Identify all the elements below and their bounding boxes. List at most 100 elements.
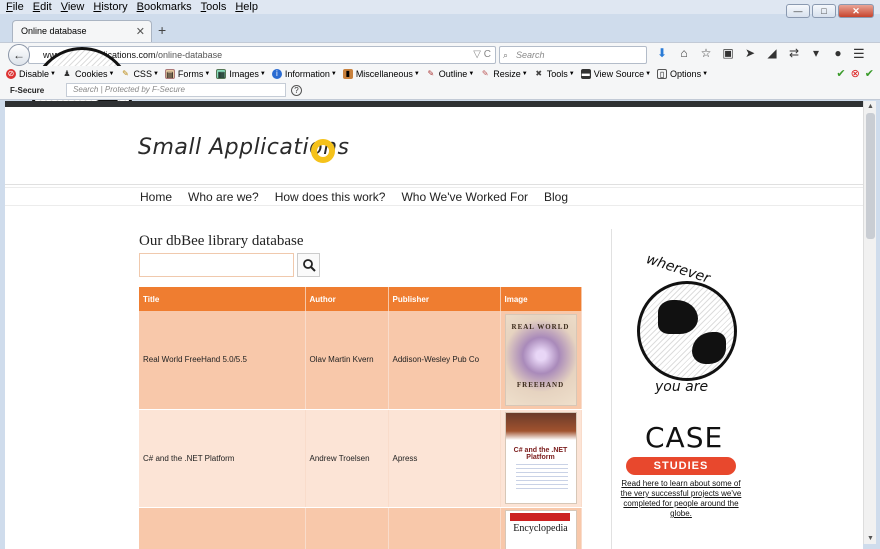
shuffle-icon[interactable]: ⇄ [787,46,801,60]
cell-publisher: Apress [388,409,501,508]
toolbar-icons: ⬇ ⌂ ☆ ▣ ➤ ◢ ⇄ ▾ ● [655,46,845,60]
scroll-up-icon[interactable]: ▲ [867,103,874,110]
images-icon: ▦ [216,69,227,79]
cell-title [139,507,306,549]
check-icon[interactable]: ✔ [865,67,874,80]
cell-title: Real World FreeHand 5.0/5.5 [139,311,306,410]
information-icon: i [271,69,282,79]
toolbar-information[interactable]: i Information ▼ [271,69,337,79]
cell-publisher: Addison-Wesley Pub Co [388,311,501,410]
column-header-publisher: Publisher [388,287,501,311]
divider [5,184,863,185]
nav-home[interactable]: Home [140,187,172,207]
nav-how-does-this-work[interactable]: How does this work? [275,187,386,207]
download-icon[interactable]: ⬇ [655,46,669,60]
table-header-row: Title Author Publisher Image [139,287,582,311]
scrollbar-thumb[interactable] [866,113,875,239]
fsecure-logo: F-Secure [10,86,45,95]
back-button[interactable]: ← [8,44,30,66]
table-row: Real World FreeHand 5.0/5.5 Olav Martin … [139,311,582,410]
error-icon[interactable]: ⊗ [851,67,860,80]
book-cover-image: REAL WORLD FREEHAND [504,313,577,406]
menu-edit[interactable]: Edit [33,1,52,13]
cell-image: REAL WORLD FREEHAND [500,311,582,410]
arrow-icon[interactable]: ◢ [765,46,779,60]
database-search-button[interactable] [297,253,320,277]
toolbar-forms[interactable]: ▤ Forms ▼ [164,69,210,79]
outline-icon: ✎ [427,69,435,78]
check-icon[interactable]: ✔ [836,67,845,80]
toolbar-resize[interactable]: ✎ Resize ▼ [480,69,528,79]
column-header-image: Image [500,287,582,311]
fsecure-toolbar: F-Secure Search | Protected by F-Secure … [0,82,880,100]
menu-file[interactable]: File [6,1,24,13]
minimize-button[interactable]: — [786,4,810,18]
cell-author: Andrew Troelsen [305,409,389,508]
you-are-text: you are [655,379,709,395]
toolbar-view-source[interactable]: ▬ View Source ▼ [580,69,651,79]
menu-bar: File Edit View History Bookmarks Tools H… [0,0,880,14]
books-table: Title Author Publisher Image Real World … [139,287,582,549]
hamburger-menu-icon[interactable]: ☰ [853,46,865,62]
cookies-icon: ♟ [63,69,71,78]
toolbar-options[interactable]: ▯ Options ▼ [657,69,708,79]
url-controls[interactable]: ▽ C [473,47,491,63]
globe-icon [637,281,737,381]
tools-icon: ✖ [535,69,543,78]
column-header-author: Author [305,287,389,311]
view-source-icon: ▬ [580,69,591,79]
miscellaneous-icon: ▮ [342,69,353,79]
logo-circle-icon [311,139,335,163]
new-tab-button[interactable]: + [158,22,166,38]
maximize-button[interactable]: □ [812,4,836,18]
menu-history[interactable]: History [93,1,127,13]
help-icon[interactable]: ? [291,85,302,96]
nav-who-weve-worked-for[interactable]: Who We've Worked For [401,187,528,207]
url-bar[interactable]: ◍ www.small-applications.com/online-data… [28,46,496,147]
cell-image: Encyclopedia [500,507,582,549]
toolbar-miscellaneous[interactable]: ▮ Miscellaneous ▼ [342,69,420,79]
cover-text-lines [515,461,568,491]
menu-bookmarks[interactable]: Bookmarks [137,1,192,13]
search-icon [302,259,316,272]
cover-banner [509,512,570,521]
cell-publisher [388,507,501,549]
menu-view[interactable]: View [61,1,85,13]
toolbar-images[interactable]: ▦ Images ▼ [216,69,266,79]
cell-image: C# and the .NET Platform [500,409,582,508]
forms-icon: ▤ [164,69,175,79]
chat-icon[interactable]: ● [831,46,845,60]
toolbar-outline[interactable]: ✎ Outline ▼ [426,69,474,79]
close-window-button[interactable]: ✕ [838,4,874,18]
scroll-down-icon[interactable]: ▼ [867,535,874,542]
book-cover-image: C# and the .NET Platform [504,412,577,504]
bookmark-star-icon[interactable]: ☆ [699,46,713,60]
tab-strip: Online database ✕ + [0,18,880,42]
nav-blog[interactable]: Blog [544,187,568,207]
case-studies-badge: STUDIES [626,457,736,475]
case-studies-link[interactable]: Read here to learn about some of the ver… [619,479,743,519]
home-icon[interactable]: ⌂ [677,46,691,60]
toolbar-tools[interactable]: ✖ Tools ▼ [534,69,574,79]
css-icon: ✎ [122,69,129,78]
toolbar-cookies[interactable]: ♟ Cookies ▼ [62,69,114,79]
tab-online-database[interactable]: Online database ✕ [12,20,152,42]
options-icon: ▯ [657,69,668,79]
fsecure-search-input[interactable]: Search | Protected by F-Secure [66,83,286,97]
window-controls: — □ ✕ [786,4,874,18]
toolbar-disable[interactable]: ⊘ Disable ▼ [6,69,56,79]
book-cover-image: Encyclopedia [504,509,577,549]
page-scrollbar[interactable]: ▲ ▼ [863,101,876,544]
database-search-input[interactable] [139,253,294,277]
send-icon[interactable]: ➤ [743,46,757,60]
search-placeholder: Search [516,50,545,60]
cell-title: C# and the .NET Platform [139,409,306,508]
menu-help[interactable]: Help [235,1,258,13]
menu-tools[interactable]: Tools [201,1,227,13]
tab-close-icon[interactable]: ✕ [136,25,145,38]
dropdown-icon[interactable]: ▾ [809,46,823,60]
reading-list-icon[interactable]: ▣ [721,46,735,60]
nav-who-are-we[interactable]: Who are we? [188,187,259,207]
browser-search-input[interactable]: ⌕ Search [499,46,647,64]
toolbar-css[interactable]: ✎ CSS ▼ [120,69,159,79]
